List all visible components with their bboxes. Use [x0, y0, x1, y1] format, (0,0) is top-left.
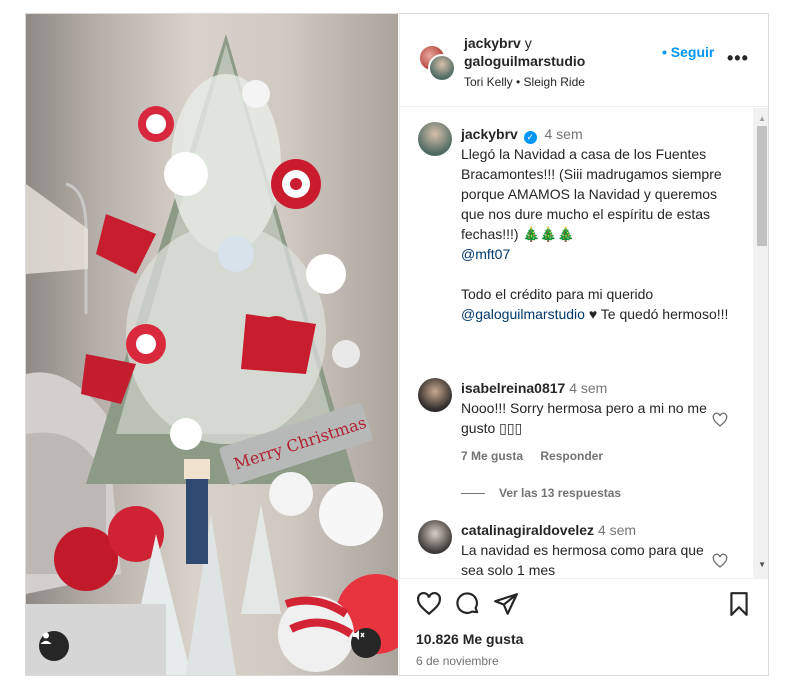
caption-username[interactable]: jackybrv: [461, 126, 518, 142]
collaborator-username[interactable]: galoguilmarstudio: [464, 53, 585, 69]
comment-time[interactable]: 4 sem: [569, 380, 607, 396]
mention-link[interactable]: @mft07: [461, 246, 510, 262]
post-header: jackybrv y galoguilmarstudio Tori Kelly …: [400, 14, 768, 107]
avatar[interactable]: [418, 520, 452, 554]
post-media[interactable]: Merry Christmas: [26, 14, 398, 675]
post-date[interactable]: 6 de noviembre: [416, 654, 499, 668]
share-icon[interactable]: [493, 591, 519, 617]
comment-username[interactable]: catalinagiraldovelez: [461, 522, 594, 538]
scroll-up-arrow-icon[interactable]: ▲: [758, 114, 766, 123]
comment-username[interactable]: isabelreina0817: [461, 380, 565, 396]
mute-toggle-button[interactable]: [351, 628, 381, 658]
author-username[interactable]: jackybrv: [464, 35, 521, 51]
more-options-icon[interactable]: •••: [727, 48, 749, 69]
heart-icon[interactable]: [712, 553, 728, 569]
caption-text: Todo el crédito para mi querido: [461, 286, 654, 302]
verified-badge-icon: ✓: [523, 131, 537, 144]
connector-text: y: [524, 35, 532, 51]
avatar[interactable]: [428, 54, 456, 82]
comment-likes[interactable]: 7 Me gusta: [461, 449, 523, 463]
post-details-panel: jackybrv y galoguilmarstudio Tori Kelly …: [399, 14, 768, 675]
avatar[interactable]: [418, 122, 452, 156]
collab-avatars[interactable]: [418, 44, 458, 84]
comment-item: isabelreina0817 4 sem Nooo!!! Sorry herm…: [461, 378, 721, 438]
user-tag-icon: [40, 632, 52, 644]
caption-text: ♥ Te quedó hermoso!!!: [588, 306, 729, 322]
scrollbar[interactable]: ▲ ▼: [753, 108, 768, 578]
user-tag-button[interactable]: [39, 631, 69, 661]
post-actions: 10.826 Me gusta 6 de noviembre: [400, 578, 768, 675]
bookmark-icon[interactable]: [726, 591, 752, 617]
scrollbar-thumb[interactable]: [757, 126, 767, 246]
reply-button[interactable]: Responder: [540, 449, 603, 463]
comment-item: catalinagiraldovelez 4 sem La navidad es…: [461, 520, 721, 578]
post-caption: jackybrv ✓ 4 sem Llegó la Navidad a casa…: [461, 124, 736, 324]
collab-usernames: jackybrv y galoguilmarstudio: [464, 34, 585, 70]
heart-icon[interactable]: [416, 591, 442, 617]
christmas-tree-image: Merry Christmas: [26, 34, 398, 675]
divider: [461, 493, 485, 495]
caption-time[interactable]: 4 sem: [545, 126, 583, 142]
scroll-down-arrow-icon[interactable]: ▼: [758, 560, 766, 569]
comment-icon[interactable]: [455, 591, 481, 617]
speaker-muted-icon: [353, 630, 365, 640]
comment-text: Nooo!!! Sorry hermosa pero a mi no me gu…: [461, 400, 707, 436]
comment-meta: 7 Me gusta Responder: [461, 449, 617, 463]
comments-section[interactable]: jackybrv ✓ 4 sem Llegó la Navidad a casa…: [400, 108, 768, 578]
comment-time[interactable]: 4 sem: [598, 522, 636, 538]
view-replies-button[interactable]: Ver las 13 respuestas: [461, 486, 621, 500]
mention-link[interactable]: @galoguilmarstudio: [461, 306, 585, 322]
heart-icon[interactable]: [712, 412, 728, 428]
likes-count[interactable]: 10.826 Me gusta: [416, 631, 523, 647]
follow-button[interactable]: • Seguir: [662, 44, 714, 60]
caption-text: Llegó la Navidad a casa de los Fuentes B…: [461, 146, 722, 242]
avatar[interactable]: [418, 378, 452, 412]
audio-label[interactable]: Tori Kelly • Sleigh Ride: [464, 75, 585, 89]
post-modal: Merry Christmas jackybrv y galoguilmarst…: [25, 13, 769, 676]
view-replies-label[interactable]: Ver las 13 respuestas: [499, 486, 621, 500]
comment-text: La navidad es hermosa como para que sea …: [461, 542, 704, 578]
